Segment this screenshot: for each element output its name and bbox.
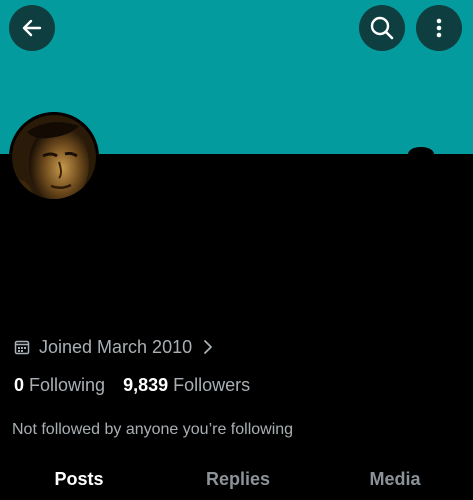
search-icon: [369, 15, 395, 41]
tab-media[interactable]: Media: [369, 469, 420, 490]
banner-edge: [408, 147, 434, 161]
arrow-left-icon: [20, 16, 44, 40]
followers-count: 9,839: [123, 374, 169, 395]
calendar-icon: [14, 339, 30, 355]
following-count: 0: [14, 374, 25, 395]
tab-posts[interactable]: Posts: [54, 469, 103, 490]
chevron-right-icon: [202, 339, 214, 355]
back-button[interactable]: [9, 5, 55, 51]
avatar[interactable]: [9, 112, 99, 202]
search-button[interactable]: [359, 5, 405, 51]
not-followed-text: Not followed by anyone you’re following: [12, 421, 294, 438]
follow-stats: 0 Following 9,839 Followers: [14, 372, 250, 398]
more-options-button[interactable]: [416, 5, 462, 51]
more-vertical-icon: [427, 16, 451, 40]
tab-replies[interactable]: Replies: [206, 469, 270, 490]
followers-label: Followers: [173, 374, 251, 395]
followers-link[interactable]: 9,839 Followers: [123, 375, 250, 396]
following-label: Following: [29, 374, 106, 395]
joined-date-text: Joined March 2010: [39, 336, 193, 357]
following-link[interactable]: 0 Following: [14, 375, 105, 396]
profile-tabs: Posts Replies Media: [0, 460, 473, 500]
joined-date-row[interactable]: Joined March 2010: [14, 335, 214, 359]
